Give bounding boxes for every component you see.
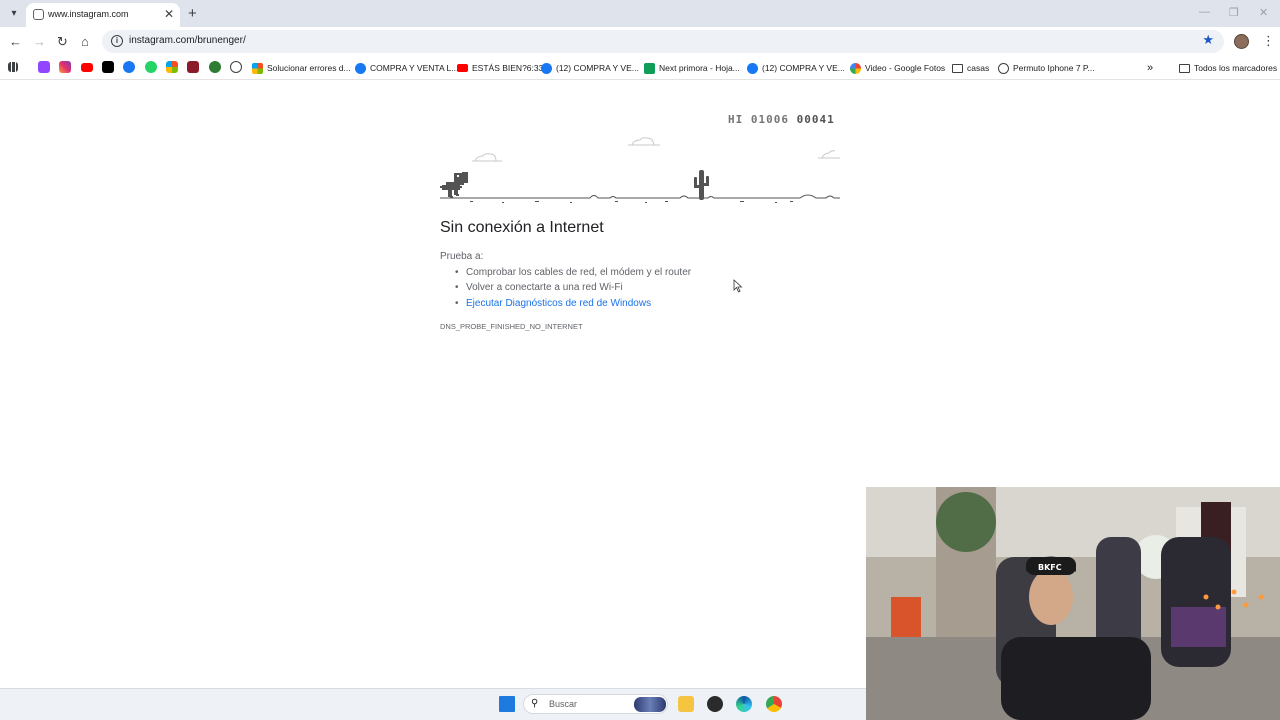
microsoft-icon xyxy=(252,62,263,74)
ground-line xyxy=(440,194,840,199)
bookmark-item[interactable]: (12) COMPRA Y VE... xyxy=(747,61,845,75)
current-score: 00041 xyxy=(796,113,835,126)
svg-text:BKFC: BKFC xyxy=(1038,563,1062,572)
bookmark-item[interactable]: Permuto Iphone 7 P... xyxy=(998,61,1095,75)
bookmark-item[interactable]: Video - Google Fotos xyxy=(850,61,945,75)
search-highlight-image xyxy=(634,697,666,712)
bookmark-star-icon[interactable]: ★ xyxy=(1202,32,1214,48)
tab-strip: ▾ www.instagram.com ✕ + — ❐ ✕ xyxy=(0,0,1280,27)
bookmark-label: COMPRA Y VENTA L... xyxy=(370,63,459,73)
bookmark-label: Solucionar errores d... xyxy=(267,63,351,73)
minimize-button[interactable]: — xyxy=(1199,6,1210,18)
bookmark-item[interactable]: COMPRA Y VENTA L... xyxy=(355,61,458,75)
hi-score: 01006 xyxy=(750,113,789,126)
folder-icon xyxy=(1179,63,1190,73)
apps-grid-icon[interactable] xyxy=(8,62,18,72)
taskbar-search[interactable]: ⚲ Buscar xyxy=(523,694,668,714)
sheets-icon xyxy=(644,62,655,74)
ground-pebbles xyxy=(470,201,793,203)
all-bookmarks-folder[interactable]: Todos los marcadores xyxy=(1179,61,1277,75)
app-icon[interactable] xyxy=(187,61,199,73)
tab-close-icon[interactable]: ✕ xyxy=(164,7,174,21)
search-placeholder: Buscar xyxy=(549,699,578,709)
instagram-icon[interactable] xyxy=(59,61,71,73)
chrome-icon[interactable] xyxy=(766,696,782,712)
bookmark-label: ESTÁS BIEN?6:33 xyxy=(472,63,544,73)
facebook-icon xyxy=(541,62,552,74)
home-button[interactable]: ⌂ xyxy=(81,34,89,49)
instagram-icon xyxy=(33,9,44,20)
suggestion-item: Volver a conectarte a una red Wi-Fi xyxy=(455,282,623,293)
app-icon[interactable] xyxy=(209,61,221,73)
cloud-icon xyxy=(818,150,840,159)
search-icon: ⚲ xyxy=(531,698,539,709)
bookmark-item[interactable]: Solucionar errores d... xyxy=(252,61,351,75)
facebook-icon xyxy=(747,62,758,74)
address-bar[interactable]: i instagram.com/brunenger/ ★ xyxy=(102,30,1224,53)
bookmark-item[interactable]: Next primora - Hoja... xyxy=(644,61,740,75)
tab-search-button[interactable]: ▾ xyxy=(6,6,22,22)
try-label: Prueba a: xyxy=(440,251,484,262)
youtube-icon xyxy=(457,64,468,72)
twitch-icon[interactable] xyxy=(38,61,50,73)
app-icon[interactable] xyxy=(707,696,723,712)
profile-avatar[interactable] xyxy=(1234,34,1249,49)
forward-button[interactable]: → xyxy=(33,34,46,49)
site-info-icon[interactable]: i xyxy=(111,35,123,47)
back-button[interactable]: ← xyxy=(9,34,22,49)
bookmark-label: Video - Google Fotos xyxy=(865,63,946,73)
facebook-icon xyxy=(355,62,366,74)
page-title: Sin conexión a Internet xyxy=(440,219,604,236)
bookmarks-overflow-button[interactable]: » xyxy=(1147,61,1153,75)
bookmarks-bar: Solucionar errores d... COMPRA Y VENTA L… xyxy=(0,56,1280,80)
microsoft-icon[interactable] xyxy=(166,61,178,73)
tab-instagram[interactable]: www.instagram.com ✕ xyxy=(26,3,180,27)
menu-icon[interactable]: ⋮ xyxy=(1262,33,1275,49)
globe-icon[interactable] xyxy=(230,61,242,73)
dino-game-canvas[interactable] xyxy=(440,130,840,205)
network-diagnostics-link[interactable]: Ejecutar Diagnósticos de red de Windows xyxy=(455,298,651,309)
bookmark-label: (12) COMPRA Y VE... xyxy=(762,63,845,73)
mouse-cursor-icon xyxy=(733,279,743,293)
error-code: DNS_PROBE_FINISHED_NO_INTERNET xyxy=(440,322,583,331)
tab-title: www.instagram.com xyxy=(48,9,129,19)
browser-toolbar: ← → ↻ ⌂ i instagram.com/brunenger/ ★ xyxy=(0,27,1280,56)
photos-icon xyxy=(850,62,861,74)
cloud-icon xyxy=(628,137,660,146)
dino-icon xyxy=(440,172,468,198)
bookmark-item[interactable]: (12) COMPRA Y VE... xyxy=(541,61,639,75)
dino-score: HI 01006 00041 xyxy=(728,113,835,126)
edge-icon[interactable] xyxy=(736,696,752,712)
window-close-button[interactable]: ✕ xyxy=(1259,6,1268,19)
x-icon[interactable] xyxy=(102,61,114,73)
whatsapp-icon[interactable] xyxy=(145,61,157,73)
bookmark-folder[interactable]: casas xyxy=(952,61,989,75)
cactus-icon xyxy=(694,170,709,200)
folder-icon xyxy=(952,63,963,73)
youtube-icon[interactable] xyxy=(81,63,93,72)
bookmark-label: Permuto Iphone 7 P... xyxy=(1013,63,1095,73)
bookmark-label: casas xyxy=(967,63,990,73)
globe-icon xyxy=(998,62,1009,74)
reload-button[interactable]: ↻ xyxy=(57,34,68,50)
hi-label: HI xyxy=(728,113,744,126)
new-tab-button[interactable]: + xyxy=(188,5,197,22)
cloud-icon xyxy=(472,153,502,162)
windows-start-icon[interactable] xyxy=(499,696,515,712)
bookmark-label: Next primora - Hoja... xyxy=(659,63,740,73)
webcam-overlay: BKFC xyxy=(866,487,1280,720)
facebook-icon[interactable] xyxy=(123,61,135,73)
bookmark-item[interactable]: ESTÁS BIEN?6:33 xyxy=(457,61,543,75)
bookmark-label: (12) COMPRA Y VE... xyxy=(556,63,639,73)
file-explorer-icon[interactable] xyxy=(678,696,694,712)
restore-button[interactable]: ❐ xyxy=(1229,6,1239,19)
suggestion-item: Comprobar los cables de red, el módem y … xyxy=(455,267,691,278)
all-bookmarks-label: Todos los marcadores xyxy=(1194,63,1278,73)
url-text[interactable]: instagram.com/brunenger/ xyxy=(129,35,246,46)
